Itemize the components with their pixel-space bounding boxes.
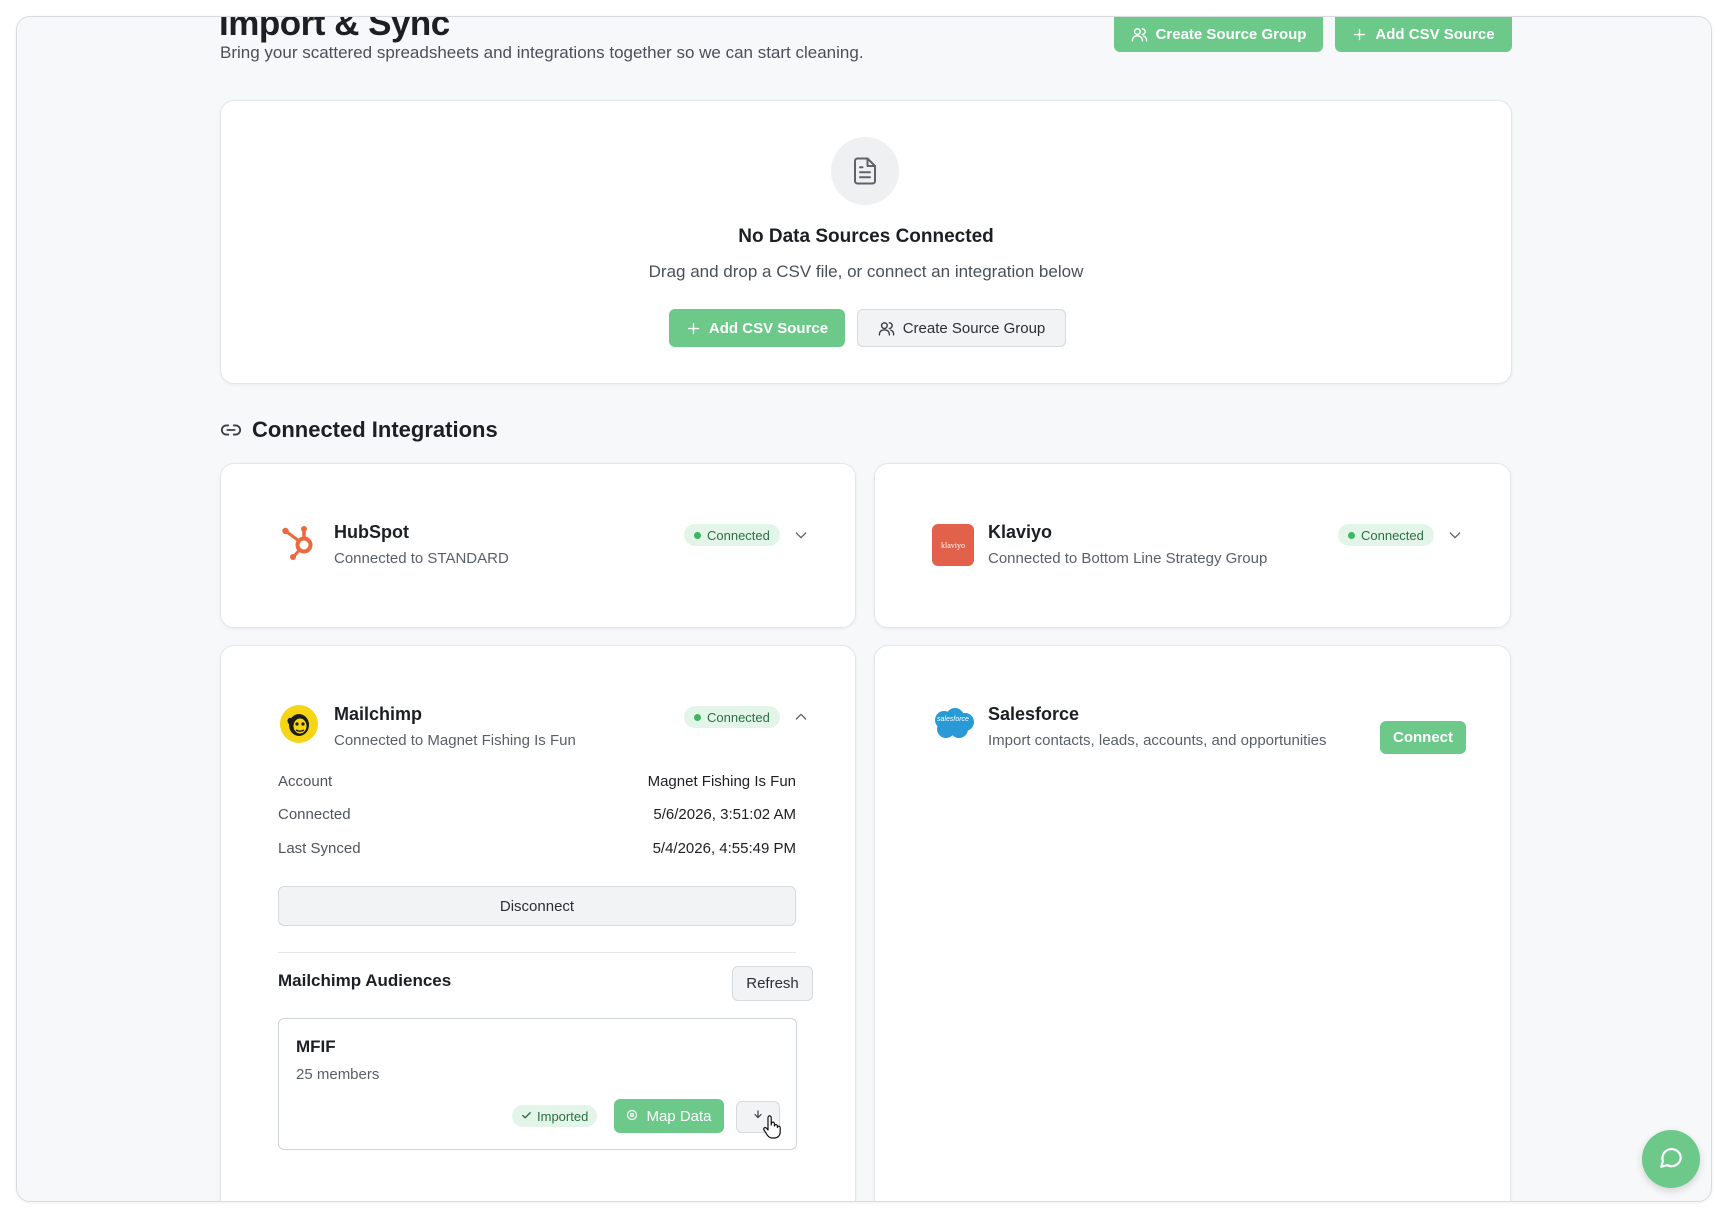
hubspot-status-badge: Connected — [684, 524, 780, 546]
audience-name: MFIF — [296, 1037, 336, 1056]
detail-row-connected: Connected 5/6/2026, 3:51:02 AM — [278, 806, 796, 823]
empty-state-title: No Data Sources Connected — [738, 226, 994, 247]
empty-create-group-label: Create Source Group — [902, 319, 1046, 337]
page-subtitle: Bring your scattered spreadsheets and in… — [220, 43, 864, 62]
mailchimp-status-label: Connected — [707, 709, 770, 725]
status-dot-icon — [694, 713, 701, 721]
salesforce-logo-text: salesforce — [937, 716, 969, 723]
users-icon — [878, 320, 895, 337]
chat-button[interactable] — [1642, 1130, 1700, 1188]
create-source-group-label: Create Source Group — [1155, 26, 1307, 43]
salesforce-connect-button[interactable]: Connect — [1380, 721, 1466, 754]
hubspot-status-label: Connected — [707, 527, 770, 543]
refresh-button[interactable]: Refresh — [732, 966, 813, 1001]
create-source-group-button[interactable]: Create Source Group — [1114, 17, 1323, 52]
empty-create-source-group-button[interactable]: Create Source Group — [857, 309, 1066, 347]
detail-label: Connected — [278, 806, 351, 823]
empty-state-description: Drag and drop a CSV file, or connect an … — [648, 262, 1084, 281]
klaviyo-status-badge: Connected — [1338, 524, 1434, 546]
hubspot-logo-icon — [279, 522, 319, 562]
audience-item: MFIF 25 members Imported Map Data — [278, 1018, 797, 1150]
empty-add-csv-source-button[interactable]: Add CSV Source — [669, 309, 845, 347]
salesforce-logo-icon: salesforce — [931, 704, 975, 744]
import-sync-page: Import & Sync Bring your scattered sprea… — [17, 17, 1711, 1201]
users-icon — [1131, 26, 1148, 43]
audiences-title: Mailchimp Audiences — [278, 971, 452, 990]
detail-row-account: Account Magnet Fishing Is Fun — [278, 773, 796, 790]
mailchimp-subtitle: Connected to Magnet Fishing Is Fun — [334, 732, 576, 749]
mailchimp-logo-icon — [279, 704, 319, 744]
detail-row-last-synced: Last Synced 5/4/2026, 4:55:49 PM — [278, 840, 796, 857]
divider — [278, 952, 796, 953]
detail-value: Magnet Fishing Is Fun — [647, 773, 796, 790]
link-icon — [220, 419, 242, 441]
hubspot-name: HubSpot — [334, 522, 409, 542]
klaviyo-status-label: Connected — [1361, 527, 1424, 543]
empty-add-csv-label: Add CSV Source — [708, 319, 829, 337]
klaviyo-subtitle: Connected to Bottom Line Strategy Group — [988, 550, 1268, 567]
klaviyo-logo-icon: klaviyo — [932, 524, 974, 566]
add-csv-source-button[interactable]: Add CSV Source — [1335, 17, 1512, 52]
empty-state-card[interactable]: No Data Sources Connected Drag and drop … — [220, 100, 1512, 384]
target-icon — [626, 1108, 638, 1125]
imported-badge: Imported — [512, 1105, 598, 1127]
check-icon — [521, 1109, 532, 1124]
plus-icon — [1352, 27, 1367, 42]
detail-label: Account — [278, 773, 333, 790]
chevron-down-icon[interactable] — [1445, 525, 1465, 545]
map-data-label: Map Data — [646, 1107, 712, 1125]
hand-cursor-icon — [762, 1115, 782, 1144]
document-icon — [831, 137, 899, 205]
disconnect-button[interactable]: Disconnect — [278, 886, 796, 926]
app-window: Import & Sync Bring your scattered sprea… — [16, 16, 1712, 1202]
audience-members: 25 members — [296, 1066, 380, 1083]
hubspot-subtitle: Connected to STANDARD — [334, 550, 509, 567]
klaviyo-logo-text: klaviyo — [941, 540, 965, 550]
page-title: Import & Sync — [219, 16, 450, 43]
status-dot-icon — [1348, 531, 1355, 539]
klaviyo-name: Klaviyo — [988, 522, 1053, 542]
imported-label: Imported — [537, 1108, 589, 1124]
section-title: Connected Integrations — [252, 417, 498, 442]
klaviyo-card: klaviyo Klaviyo Connected to Bottom Line… — [874, 463, 1511, 628]
mailchimp-card: Mailchimp Connected to Magnet Fishing Is… — [220, 645, 856, 1201]
chevron-up-icon[interactable] — [791, 707, 811, 727]
connected-integrations-header: Connected Integrations — [220, 417, 498, 443]
salesforce-subtitle: Import contacts, leads, accounts, and op… — [988, 732, 1327, 749]
status-dot-icon — [694, 531, 701, 539]
map-data-button[interactable]: Map Data — [614, 1099, 724, 1133]
salesforce-name: Salesforce — [988, 704, 1080, 724]
detail-value: 5/6/2026, 3:51:02 AM — [653, 806, 796, 823]
mailchimp-name: Mailchimp — [334, 704, 423, 724]
detail-value: 5/4/2026, 4:55:49 PM — [652, 840, 796, 857]
chat-bubble-icon — [1658, 1144, 1684, 1175]
plus-icon — [686, 321, 701, 336]
salesforce-card: salesforce Salesforce Import contacts, l… — [874, 645, 1511, 1201]
detail-label: Last Synced — [278, 840, 361, 857]
mailchimp-status-badge: Connected — [684, 706, 780, 728]
hubspot-card: HubSpot Connected to STANDARD Connected — [220, 463, 856, 628]
add-csv-source-label: Add CSV Source — [1375, 26, 1495, 43]
chevron-down-icon[interactable] — [791, 525, 811, 545]
